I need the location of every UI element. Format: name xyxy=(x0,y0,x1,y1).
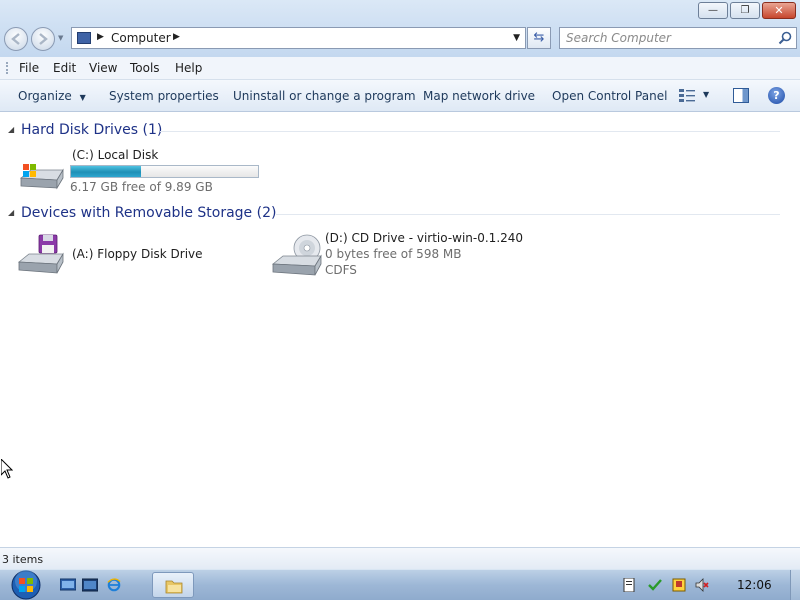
show-desktop-quicklaunch-icon[interactable] xyxy=(60,578,76,592)
show-desktop-button[interactable] xyxy=(790,570,800,600)
taskbar-clock[interactable]: 12:06 xyxy=(737,578,772,592)
volume-muted-icon[interactable] xyxy=(695,578,709,592)
disk-usage-bar xyxy=(70,165,259,178)
drive-name: (D:) CD Drive - virtio-win-0.1.240 xyxy=(325,231,524,245)
menu-edit[interactable]: Edit xyxy=(53,61,76,75)
refresh-button[interactable]: ⇆ xyxy=(527,27,551,49)
change-view-icon[interactable] xyxy=(679,89,695,103)
menu-view[interactable]: View xyxy=(89,61,117,75)
address-bar[interactable]: ▶ Computer ▶ ▼ xyxy=(71,27,526,49)
internet-explorer-icon[interactable] xyxy=(106,578,122,592)
view-options-dropdown-icon[interactable]: ▼ xyxy=(703,90,709,99)
recent-pages-dropdown-icon[interactable]: ▼ xyxy=(58,34,63,42)
back-button[interactable] xyxy=(4,27,28,51)
preview-pane-icon[interactable] xyxy=(733,88,749,103)
window-controls: — ❐ ✕ xyxy=(696,2,796,19)
floppy-drive-icon xyxy=(17,234,64,274)
drive-filesystem: CDFS xyxy=(325,263,357,277)
forward-button[interactable] xyxy=(31,27,55,51)
item-count: 3 items xyxy=(2,553,44,566)
mouse-cursor-icon xyxy=(1,459,13,479)
group-header-removable[interactable]: ◢ Devices with Removable Storage (2) xyxy=(8,205,788,223)
restore-icon: ❐ xyxy=(740,4,750,16)
close-button[interactable]: ✕ xyxy=(762,2,796,19)
security-flag-icon[interactable] xyxy=(672,578,686,592)
address-history-dropdown-icon[interactable]: ▼ xyxy=(513,33,520,43)
organize-label: Organize xyxy=(18,89,72,103)
taskbar-explorer-window[interactable] xyxy=(152,572,194,598)
folder-icon xyxy=(165,580,183,594)
switch-windows-icon[interactable] xyxy=(82,578,98,592)
breadcrumb-chevron-icon[interactable]: ▶ xyxy=(173,32,180,42)
cd-drive-icon xyxy=(271,234,322,276)
restore-button[interactable]: ❐ xyxy=(730,2,760,19)
close-icon: ✕ xyxy=(774,3,784,17)
chevron-down-icon: ▼ xyxy=(79,93,86,102)
breadcrumb-chevron-icon[interactable]: ▶ xyxy=(97,32,104,42)
menu-tools[interactable]: Tools xyxy=(130,61,160,75)
windows-hard-drive-icon xyxy=(19,164,64,190)
group-divider xyxy=(276,214,780,215)
minimize-button[interactable]: — xyxy=(698,2,728,19)
organize-button[interactable]: Organize ▼ xyxy=(18,89,86,103)
open-control-panel-button[interactable]: Open Control Panel xyxy=(552,89,667,103)
search-box[interactable] xyxy=(559,27,797,49)
status-bar: 3 items xyxy=(0,547,800,569)
start-button[interactable] xyxy=(8,569,44,600)
menu-file[interactable]: File xyxy=(19,61,39,75)
drive-free-space: 6.17 GB free of 9.89 GB xyxy=(70,180,213,194)
collapse-triangle-icon[interactable]: ◢ xyxy=(8,125,14,134)
network-ok-icon[interactable] xyxy=(648,578,662,592)
group-header-hard-disks[interactable]: ◢ Hard Disk Drives (1) xyxy=(8,122,788,140)
group-title: Devices with Removable Storage (2) xyxy=(21,205,277,221)
drive-name: (C:) Local Disk xyxy=(72,148,159,162)
group-divider xyxy=(160,131,780,132)
map-network-drive-button[interactable]: Map network drive xyxy=(423,89,535,103)
breadcrumb-computer[interactable]: Computer xyxy=(111,31,171,45)
minimize-icon: — xyxy=(708,4,718,16)
search-input[interactable] xyxy=(560,28,770,48)
system-properties-button[interactable]: System properties xyxy=(109,89,219,103)
help-icon[interactable]: ? xyxy=(768,87,785,104)
drive-name: (A:) Floppy Disk Drive xyxy=(72,247,203,261)
disk-usage-fill xyxy=(71,166,142,177)
search-icon[interactable] xyxy=(778,31,792,45)
menu-bar: File Edit View Tools Help xyxy=(0,57,800,80)
forward-arrow-icon xyxy=(39,33,48,45)
group-title: Hard Disk Drives (1) xyxy=(21,122,163,138)
collapse-triangle-icon[interactable]: ◢ xyxy=(8,208,14,217)
computer-icon xyxy=(77,32,91,44)
refresh-icon: ⇆ xyxy=(533,30,545,45)
menu-help[interactable]: Help xyxy=(175,61,202,75)
uninstall-program-button[interactable]: Uninstall or change a program xyxy=(233,89,416,103)
action-center-icon[interactable] xyxy=(622,578,636,592)
back-arrow-icon xyxy=(11,33,20,45)
drive-free-space: 0 bytes free of 598 MB xyxy=(325,247,462,261)
menu-grip xyxy=(6,62,8,74)
